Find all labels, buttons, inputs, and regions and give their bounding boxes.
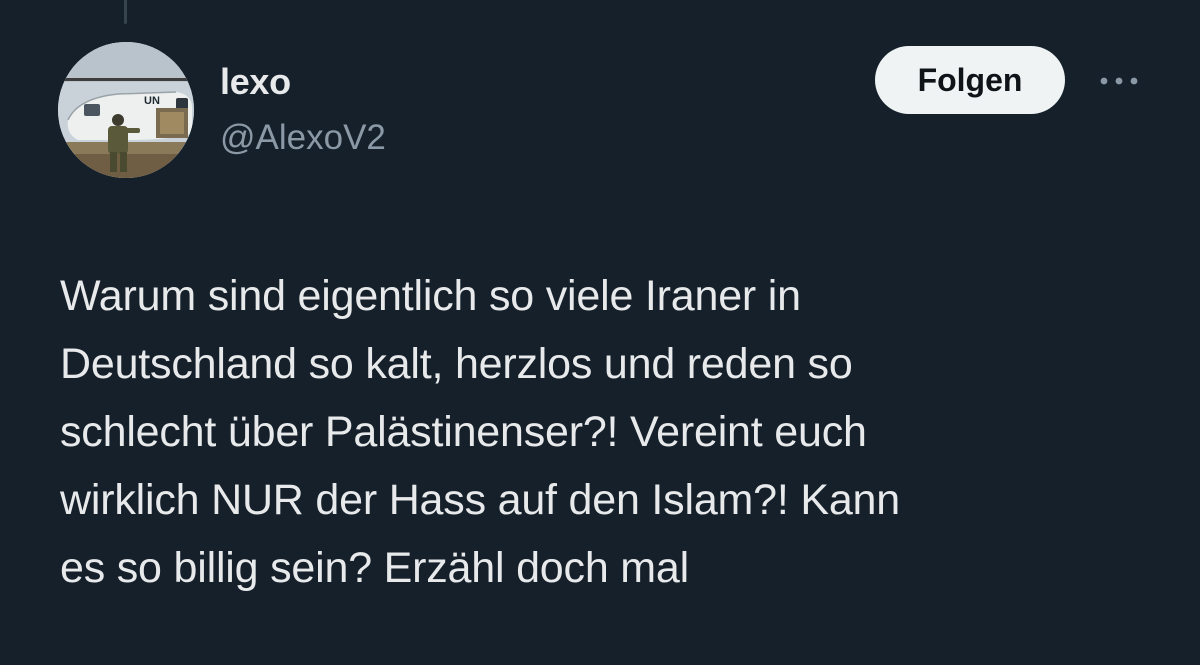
avatar[interactable]: UN <box>58 42 194 178</box>
thread-connector-line <box>124 0 127 24</box>
more-horizontal-icon <box>1100 77 1138 85</box>
avatar-image: UN <box>58 42 194 178</box>
tweet-text-line: schlecht über Palästinenser?! Vereint eu… <box>60 408 867 456</box>
tweet-text-line: es so billig sein? Erzähl doch mal <box>60 544 689 592</box>
more-options-button[interactable] <box>1096 66 1142 96</box>
author-handle[interactable]: @AlexoV2 <box>220 116 386 160</box>
follow-button[interactable]: Folgen <box>875 46 1065 114</box>
author-display-name[interactable]: lexo <box>220 60 291 104</box>
tweet-text-line: wirklich NUR der Hass auf den Islam?! Ka… <box>60 476 900 524</box>
avatar-un-text: UN <box>144 95 160 107</box>
tweet-text: Warum sind eigentlich so viele Iraner in… <box>60 262 1140 602</box>
tweet-text-line: Deutschland so kalt, herzlos und reden s… <box>60 340 853 388</box>
tweet-text-line: Warum sind eigentlich so viele Iraner in <box>60 272 801 320</box>
